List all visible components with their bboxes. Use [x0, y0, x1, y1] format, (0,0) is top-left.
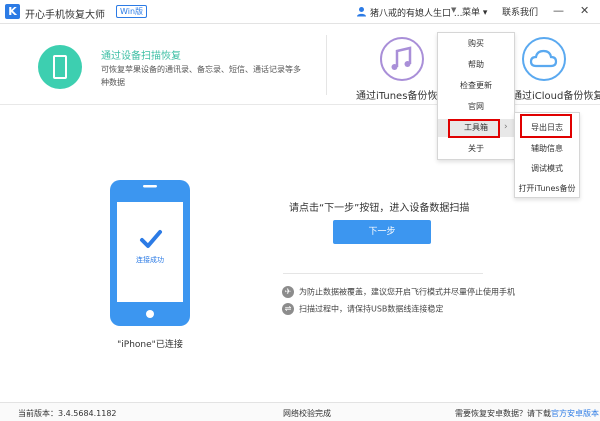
next-step-button[interactable]: 下一步: [333, 220, 431, 244]
android-download-prompt: 需要恢复安卓数据？请下载官方安卓版本: [455, 408, 599, 419]
export-log-highlight-box: [520, 114, 572, 138]
cloud-icon: [529, 49, 558, 68]
menu-item-buy[interactable]: 购买: [438, 35, 514, 53]
submenu-item-debug-mode[interactable]: 调试模式: [515, 160, 579, 178]
app-title: 开心手机恢复大师: [25, 10, 105, 21]
menu-item-website[interactable]: 官网: [438, 98, 514, 116]
edition-badge: Win版: [116, 5, 148, 18]
itunes-backup-mode-label[interactable]: 通过iTunes备份恢复: [356, 87, 447, 102]
menu-item-check-update[interactable]: 检查更新: [438, 77, 514, 95]
version-label: 当前版本：3.4.5684.1182: [18, 409, 117, 418]
tips-divider: [283, 273, 483, 274]
close-icon[interactable]: ✕: [580, 4, 589, 18]
user-dropdown-caret-icon[interactable]: ▼: [451, 6, 456, 14]
tip-row: ✈ 为防止数据被覆盖，建议您开启飞行模式并尽量停止使用手机: [282, 286, 515, 298]
title-bar: K 开心手机恢复大师 Win版 猪八戒的有媳人生口 ... ▼ 菜单 ▾ 联系我…: [0, 0, 600, 24]
device-screen-status: 连接成功: [136, 255, 164, 264]
icloud-backup-mode-label[interactable]: 通过iCloud备份恢复: [512, 87, 600, 102]
android-download-link[interactable]: 官方安卓版本: [551, 409, 599, 418]
phone-icon: [53, 55, 67, 79]
device-scan-mode-title[interactable]: 通过设备扫描恢复: [101, 47, 181, 62]
app-logo: K: [5, 4, 20, 19]
android-prompt-text: 需要恢复安卓数据？请下载: [455, 409, 551, 418]
menu-dropdown: 购买 帮助 检查更新 官网 工具箱 关于: [437, 32, 515, 160]
network-status: 网络校验完成: [283, 409, 331, 418]
device-connected-label: "iPhone"已连接: [117, 340, 183, 350]
toolbox-highlight-box: [448, 119, 500, 138]
menu-item-help[interactable]: 帮助: [438, 56, 514, 74]
device-scan-mode-icon[interactable]: [38, 45, 82, 89]
user-name[interactable]: 猪八戒的有媳人生口 ...: [370, 6, 462, 19]
music-note-icon: [391, 46, 412, 70]
menu-item-about[interactable]: 关于: [438, 140, 514, 158]
device-scan-mode-description: 可恢复苹果设备的通讯录、备忘录、短信、通话记录等多种数据: [101, 65, 301, 87]
airplane-icon: ✈: [282, 286, 294, 298]
submenu-arrow-icon: ›: [504, 122, 508, 132]
submenu-item-assist-info[interactable]: 辅助信息: [515, 140, 579, 158]
contact-us-link[interactable]: 联系我们: [502, 5, 538, 18]
icloud-backup-mode-icon[interactable]: [522, 37, 566, 81]
mode-divider: [326, 35, 327, 95]
iphone-device-icon: 连接成功: [110, 180, 190, 326]
tip-text: 扫描过程中，请保持USB数据线连接稳定: [299, 304, 444, 314]
scan-instruction: 请点击“下一步”按钮，进入设备数据扫描: [289, 203, 470, 214]
menu-button[interactable]: 菜单 ▾: [462, 5, 487, 18]
tip-row: ⇌ 扫描过程中，请保持USB数据线连接稳定: [282, 303, 443, 315]
usb-icon: ⇌: [282, 303, 294, 315]
submenu-item-open-itunes-backup[interactable]: 打开iTunes备份: [515, 180, 579, 198]
tip-text: 为防止数据被覆盖，建议您开启飞行模式并尽量停止使用手机: [299, 287, 515, 297]
itunes-backup-mode-icon[interactable]: [380, 37, 424, 81]
minimize-icon[interactable]: —: [553, 4, 564, 18]
user-icon[interactable]: [356, 6, 367, 17]
status-bar: 当前版本：3.4.5684.1182 网络校验完成 需要恢复安卓数据？请下载官方…: [0, 402, 600, 421]
